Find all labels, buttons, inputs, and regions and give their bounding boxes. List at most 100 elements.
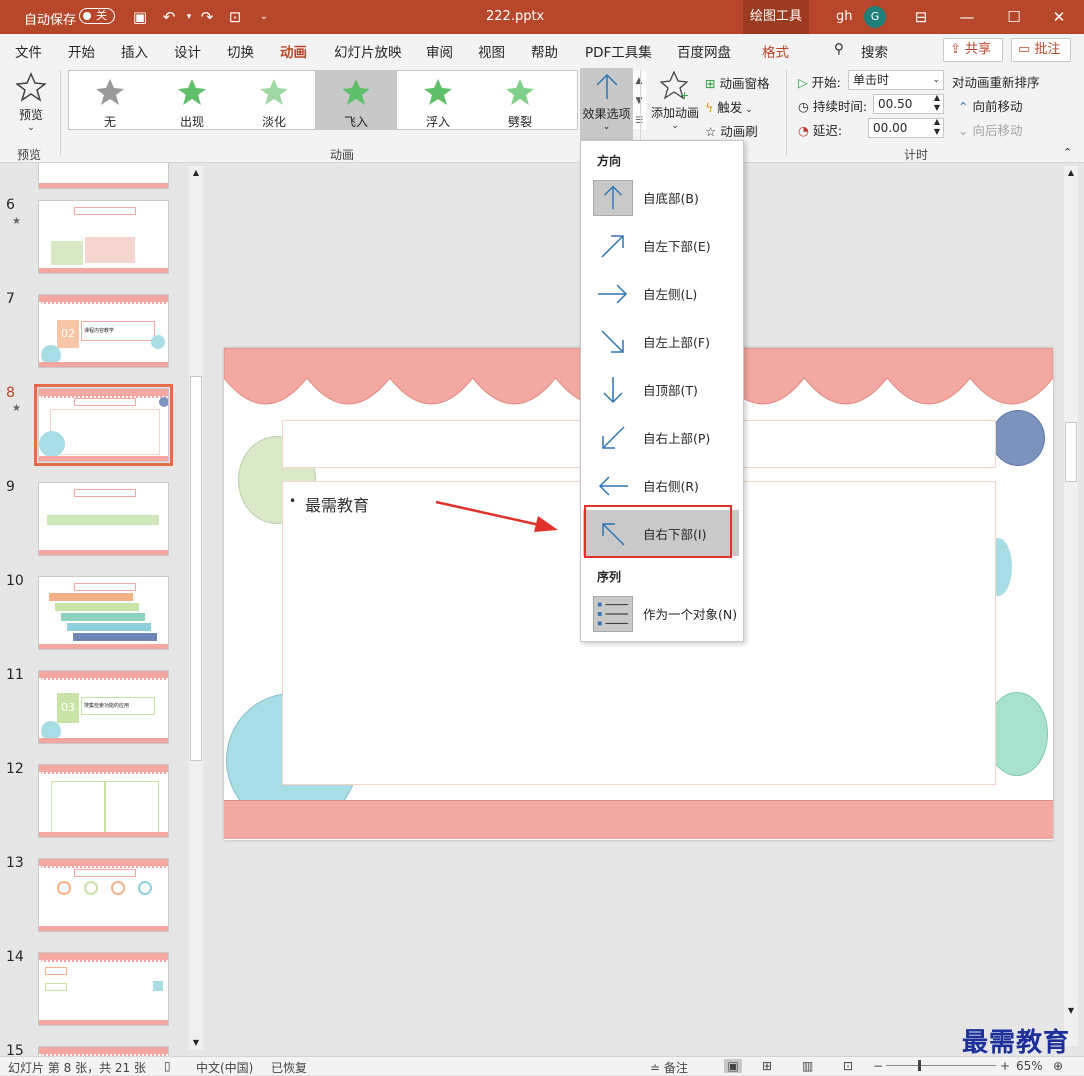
animation-float-in[interactable]: 浮入 <box>397 71 479 129</box>
effect-options-button[interactable]: 效果选项 ⌄ <box>580 68 633 140</box>
search-label[interactable]: 搜索 <box>861 41 888 61</box>
animation-appear[interactable]: 出现 <box>151 71 233 129</box>
maximize-icon[interactable]: ☐ <box>1005 8 1023 26</box>
autosave-toggle[interactable]: 关 <box>79 8 115 24</box>
slide-thumbnail[interactable] <box>38 576 169 650</box>
tab-pdf-tools[interactable]: PDF工具集 <box>585 41 652 61</box>
slideshow-icon[interactable]: ⊡ <box>843 1059 853 1073</box>
tab-home[interactable]: 开始 <box>68 41 95 61</box>
trigger-button[interactable]: ϟ 触发 ⌄ <box>705 97 753 116</box>
tab-transitions[interactable]: 切换 <box>227 41 254 61</box>
slide-thumbnail[interactable] <box>38 764 169 838</box>
avatar[interactable]: G <box>864 6 886 28</box>
scroll-thumb[interactable] <box>1065 422 1077 482</box>
animation-painter-button[interactable]: ☆ 动画刷 <box>705 121 758 140</box>
animation-star-icon: ★ <box>12 216 21 227</box>
bullet-text[interactable]: 最需教育 <box>305 492 369 516</box>
direction-option[interactable]: 自顶部(T) <box>583 366 739 412</box>
preview-star-icon <box>15 72 47 102</box>
close-icon[interactable]: ✕ <box>1050 8 1068 26</box>
scroll-thumb[interactable] <box>190 376 202 761</box>
animation-none[interactable]: 无 <box>69 71 151 129</box>
direction-option[interactable]: 自左上部(F) <box>583 318 739 364</box>
collapse-ribbon-icon[interactable]: ⌃ <box>1063 146 1072 159</box>
scroll-up-icon[interactable]: ▲ <box>189 166 203 180</box>
tab-animations[interactable]: 动画 <box>280 41 307 69</box>
ribbon-display-icon[interactable]: ⊟ <box>912 8 930 26</box>
spinner-icon[interactable]: ▲ ▼ <box>934 117 940 137</box>
duration-input[interactable]: 00.50 ▲ ▼ <box>873 93 944 114</box>
animation-fly-in[interactable]: 飞入 <box>315 71 397 129</box>
editor-scrollbar[interactable]: ▲ ▼ <box>1064 166 1078 1046</box>
tab-help[interactable]: 帮助 <box>531 41 558 61</box>
preview-button[interactable]: 预览 ⌄ <box>10 72 52 138</box>
slide-thumbnail[interactable] <box>38 482 169 556</box>
share-icon: ⇪ <box>950 42 966 57</box>
sequence-item-label: 作为一个对象(N) <box>643 607 738 622</box>
fit-slide-icon[interactable]: ⊕ <box>1053 1059 1063 1073</box>
notes-button[interactable]: ≐ 备注 <box>650 1059 688 1076</box>
slide-thumbnail[interactable]: 02 课程内容教学 <box>38 294 169 368</box>
gallery-scroll-up[interactable]: ▲ <box>631 71 646 91</box>
thumbnails-scrollbar[interactable]: ▲ ▼ <box>189 166 203 1050</box>
gallery-more[interactable]: ☰ <box>631 111 646 129</box>
share-button[interactable]: ⇪ 共享 <box>943 38 1003 62</box>
tab-design[interactable]: 设计 <box>174 41 201 61</box>
spinner-icon[interactable]: ▲ ▼ <box>934 93 940 113</box>
zoom-in-icon[interactable]: + <box>1000 1059 1010 1073</box>
tab-format[interactable]: 格式 <box>762 41 789 61</box>
redo-icon[interactable]: ↷ <box>198 8 216 26</box>
sequence-as-one-object[interactable]: 作为一个对象(N) <box>583 590 739 636</box>
slide-thumbnail[interactable] <box>38 163 169 189</box>
start-select[interactable]: 单击时 ⌄ <box>848 70 944 90</box>
direction-option[interactable]: 自左侧(L) <box>583 270 739 316</box>
slide-thumbnail[interactable]: 03 搜集检索功能的应用 <box>38 670 169 744</box>
scroll-down-icon[interactable]: ▼ <box>1064 1004 1078 1018</box>
zoom-level[interactable]: 65% <box>1016 1059 1043 1073</box>
lightning-icon: ϟ <box>705 100 718 115</box>
add-animation-button[interactable]: + 添加动画 ⌄ <box>648 70 702 138</box>
zoom-slider[interactable] <box>886 1065 996 1066</box>
tab-baidu-netdisk[interactable]: 百度网盘 <box>677 41 731 61</box>
slide-thumbnail-current[interactable] <box>34 384 173 466</box>
direction-option[interactable]: 自右侧(R) <box>583 462 739 508</box>
slide-thumbnail[interactable] <box>38 952 169 1026</box>
search-icon[interactable]: ⚲ <box>834 41 844 57</box>
animation-split[interactable]: 劈裂 <box>479 71 561 129</box>
animation-pane-button[interactable]: ⊞ 动画窗格 <box>705 73 769 92</box>
normal-view-icon[interactable]: ▣ <box>724 1059 742 1073</box>
delay-input[interactable]: 00.00 ▲ ▼ <box>868 117 944 138</box>
save-icon[interactable]: ▣ <box>131 8 149 26</box>
present-icon[interactable]: ⊡ <box>226 8 244 26</box>
spellcheck-icon[interactable]: ▯ <box>164 1059 171 1073</box>
tab-file[interactable]: 文件 <box>15 41 42 61</box>
tab-slideshow[interactable]: 幻灯片放映 <box>334 41 402 61</box>
minimize-icon[interactable]: — <box>958 8 976 26</box>
undo-dropdown-icon[interactable]: ▾ <box>180 8 198 26</box>
zoom-out-icon[interactable]: − <box>873 1059 883 1073</box>
slide-sorter-icon[interactable]: ⊞ <box>762 1059 772 1073</box>
comments-label: 批注 <box>1034 42 1061 57</box>
tab-view[interactable]: 视图 <box>478 41 505 61</box>
slide-thumbnail[interactable] <box>38 858 169 932</box>
tab-insert[interactable]: 插入 <box>121 41 148 61</box>
tab-review[interactable]: 审阅 <box>426 41 453 61</box>
start-value: 单击时 <box>853 73 890 87</box>
undo-icon[interactable]: ↶ <box>160 8 178 26</box>
slide-thumbnail[interactable] <box>38 200 169 274</box>
direction-option[interactable]: 自右上部(P) <box>583 414 739 460</box>
reading-view-icon[interactable]: ▥ <box>802 1059 813 1073</box>
direction-option[interactable]: 自左下部(E) <box>583 222 739 268</box>
scroll-up-icon[interactable]: ▲ <box>1064 166 1078 180</box>
gallery-scroll-down[interactable]: ▼ <box>631 91 646 111</box>
language[interactable]: 中文(中国) <box>196 1059 253 1076</box>
animation-fade[interactable]: 淡化 <box>233 71 315 129</box>
scroll-down-icon[interactable]: ▼ <box>189 1036 203 1050</box>
comments-button[interactable]: ▭ 批注 <box>1011 38 1071 62</box>
customize-toolbar-icon[interactable]: ⌄ <box>255 8 273 26</box>
direction-option[interactable]: 自底部(B) <box>583 174 739 220</box>
slide-thumbnail[interactable] <box>38 1046 169 1056</box>
zoom-slider-thumb[interactable] <box>918 1060 921 1071</box>
move-earlier-button[interactable]: ⌃ 向前移动 <box>958 96 1022 115</box>
arrow-up-icon <box>593 180 633 216</box>
